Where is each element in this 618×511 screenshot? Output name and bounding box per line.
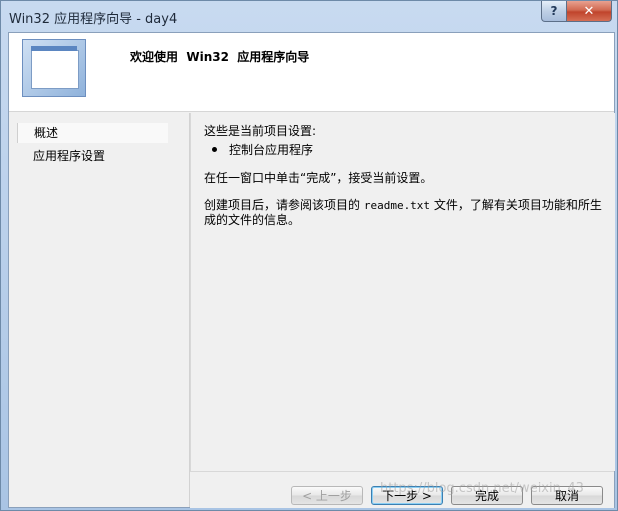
inner-window-shape [31, 50, 79, 89]
close-button[interactable]: ✕ [566, 1, 612, 22]
help-icon: ? [550, 4, 558, 18]
intro-text: 这些是当前项目设置: [204, 124, 317, 138]
readme-filename: readme.txt [363, 199, 431, 212]
wizard-window: Win32 应用程序向导 - day4 ? ✕ 欢迎使用 Win32 应用程序向… [0, 0, 618, 511]
bullet-icon [212, 147, 217, 152]
close-icon: ✕ [583, 3, 595, 19]
nav-item-label: 概述 [34, 126, 59, 140]
wizard-client-area: 欢迎使用 Win32 应用程序向导 概述 应用程序设置 这些是当前项目设置: 控… [8, 32, 615, 508]
readme-note-prefix: 创建项目后，请参阅该项目的 [204, 198, 364, 212]
wizard-window-icon [22, 39, 86, 97]
wizard-nav-pane: 概述 应用程序设置 [17, 113, 190, 507]
bullet-item: 控制台应用程序 [229, 143, 314, 157]
title-bar[interactable]: Win32 应用程序向导 - day4 ? ✕ [1, 1, 617, 33]
nav-item-app-settings[interactable]: 应用程序设置 [17, 146, 167, 166]
wizard-header-title: 欢迎使用 Win32 应用程序向导 [130, 50, 310, 64]
instruction-text: 在任一窗口中单击“完成”，接受当前设置。 [204, 171, 433, 185]
window-title: Win32 应用程序向导 - day4 [9, 12, 178, 27]
inner-titlebar-shape [31, 46, 77, 51]
nav-item-label: 应用程序设置 [33, 149, 106, 163]
watermark: https://blog.csdn.net/weixin_43 [380, 481, 584, 496]
prev-button[interactable]: < 上一步 [291, 486, 363, 505]
wizard-content: 这些是当前项目设置: 控制台应用程序 在任一窗口中单击“完成”，接受当前设置。 … [190, 113, 615, 471]
help-button[interactable]: ? [541, 1, 567, 22]
nav-item-overview[interactable]: 概述 [17, 123, 168, 143]
wizard-header: 欢迎使用 Win32 应用程序向导 [9, 33, 614, 112]
readme-note: 创建项目后，请参阅该项目的 readme.txt 文件，了解有关项目功能和所生成… [204, 198, 606, 228]
